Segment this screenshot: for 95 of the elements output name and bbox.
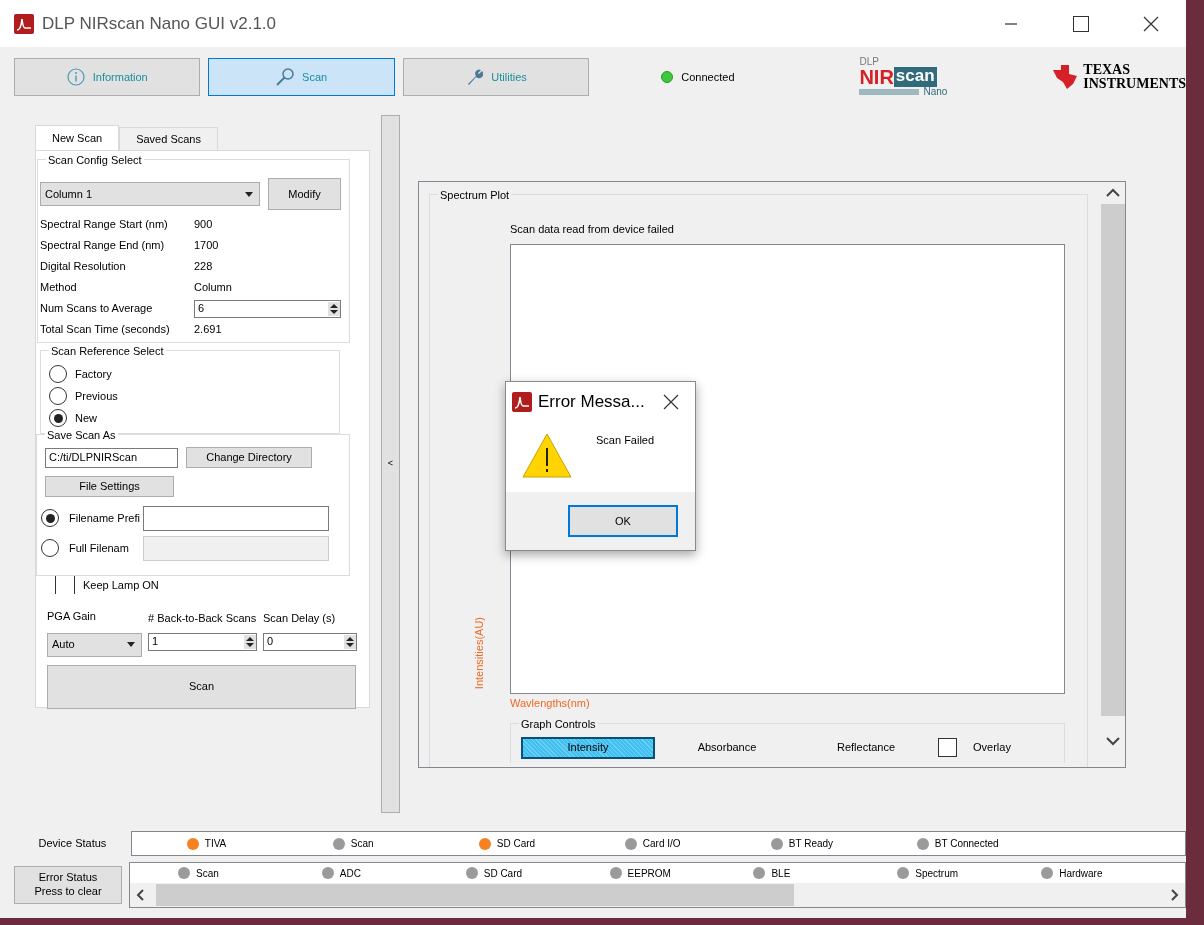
file-settings-button[interactable]: File Settings (45, 476, 174, 497)
error-status-button[interactable]: Error Status Press to clear (14, 866, 122, 904)
status-label: Spectrum (915, 866, 959, 881)
close-icon[interactable] (1143, 15, 1159, 32)
logo-text: INSTRUMENTS (1083, 77, 1186, 91)
status-label: EEPROM (627, 866, 671, 881)
radio-label: Previous (75, 388, 118, 404)
property-label: Spectral Range Start (nm) (40, 217, 169, 233)
status-label: Card I/O (642, 837, 681, 851)
radio-label: Factory (75, 366, 112, 382)
property-value: 1700 (194, 238, 219, 254)
collapse-button[interactable]: < (381, 115, 400, 813)
scan-button[interactable]: Scan (47, 664, 356, 709)
mode-toggle[interactable]: Intensity (521, 736, 655, 759)
logo-text: NIR (859, 67, 894, 87)
overlay-checkbox[interactable] (938, 738, 957, 757)
status-label: Hardware (1059, 866, 1103, 881)
close-icon[interactable] (663, 394, 679, 410)
spin-arrows-icon (328, 301, 340, 316)
app-logo-icon (512, 392, 532, 412)
property-value: Column (194, 280, 232, 296)
directory-field[interactable]: C:/ti/DLPNIRScan (45, 447, 178, 468)
filename-field[interactable] (143, 505, 329, 531)
dropdown-arrow-icon (127, 642, 135, 647)
search-icon (276, 68, 295, 86)
status-label: Scan (350, 837, 374, 851)
info-icon (66, 68, 85, 86)
gain-dropdown[interactable]: Auto (47, 632, 142, 657)
spin-field[interactable]: 1 (148, 632, 257, 651)
minimize-icon[interactable] (1005, 22, 1017, 25)
checkbox-label: Keep Lamp ON (83, 577, 159, 593)
mode-toggle[interactable]: Absorbance (660, 736, 794, 759)
radio-button[interactable] (49, 387, 67, 405)
app-logo-icon (14, 13, 34, 34)
spin-field[interactable]: 6 (194, 299, 341, 318)
radio-label: Filename Prefi (69, 510, 141, 526)
scroll-right-icon[interactable] (1171, 889, 1179, 901)
radio-label: New (75, 410, 97, 426)
status-label: ADC (339, 866, 361, 881)
status-label: TIVA (204, 837, 227, 851)
property-value: 228 (194, 259, 213, 275)
logo-text: DLP (859, 57, 880, 67)
panel-tab[interactable]: Saved Scans (119, 126, 218, 150)
connection-label: Connected (681, 69, 735, 85)
property-label: Digital Resolution (40, 259, 127, 275)
spin-field[interactable]: 0 (263, 632, 357, 651)
spin-arrows-icon (244, 634, 256, 649)
panel-tab[interactable]: New Scan (35, 124, 120, 150)
scroll-left-icon[interactable] (136, 889, 144, 901)
status-label: SD Card (483, 866, 523, 881)
status-title: Device Status (37, 836, 108, 852)
radio-button[interactable] (49, 365, 67, 383)
modify-button[interactable]: Modify (268, 178, 341, 210)
scroll-up-icon[interactable] (1105, 188, 1120, 198)
ok-button[interactable]: OK (568, 505, 678, 537)
axis-label: Intensities(AU) (471, 616, 486, 689)
window-title: DLP NIRscan Nano GUI v2.1.0 (42, 12, 276, 35)
maximize-icon[interactable] (1073, 15, 1089, 32)
property-value: 2.691 (194, 322, 222, 338)
radio-button[interactable] (41, 509, 59, 527)
dialog-title: Error Messa... (538, 391, 645, 414)
field-label: # Back-to-Back Scans (148, 611, 257, 626)
status-label: BLE (771, 866, 791, 881)
field-label: Scan Delay (s) (263, 611, 337, 626)
dropdown-arrow-icon (245, 191, 253, 197)
scroll-down-icon[interactable] (1105, 736, 1120, 746)
spin-arrows-icon (344, 634, 356, 649)
logo-text: scan (893, 67, 937, 87)
status-label: Scan (196, 866, 219, 881)
warning-icon (522, 432, 572, 478)
scrollbar-thumb[interactable] (1100, 204, 1125, 716)
property-label: Num Scans to Average (40, 301, 154, 317)
keep-lamp-checkbox[interactable] (55, 576, 75, 594)
config-dropdown[interactable]: Column 1 (40, 182, 260, 206)
property-label: Total Scan Time (seconds) (40, 322, 171, 338)
status-label: BT Ready (788, 837, 834, 851)
mode-toggle[interactable]: Reflectance (799, 736, 933, 759)
radio-label: Full Filenam (69, 540, 130, 556)
checkbox-label: Overlay (973, 740, 1011, 756)
scrollbar-thumb[interactable] (156, 884, 794, 906)
logo-text: Nano (923, 87, 948, 97)
radio-button[interactable] (49, 409, 67, 427)
change-directory-button[interactable]: Change Directory (186, 447, 312, 468)
property-value: 900 (194, 217, 213, 233)
state-outline-icon (1051, 64, 1080, 90)
pixel-bar-icon (859, 89, 920, 95)
dialog-message: Scan Failed (596, 433, 655, 448)
property-label: Spectral Range End (nm) (40, 238, 166, 254)
field-label: PGA Gain (47, 609, 97, 624)
property-label: Method (40, 280, 78, 296)
plot-message: Scan data read from device failed (510, 222, 675, 237)
status-label: SD Card (496, 837, 536, 851)
axis-label: Wavlengths(nm) (510, 695, 590, 711)
status-label: BT Connected (934, 837, 999, 851)
logo-text: TEXAS (1083, 63, 1131, 77)
